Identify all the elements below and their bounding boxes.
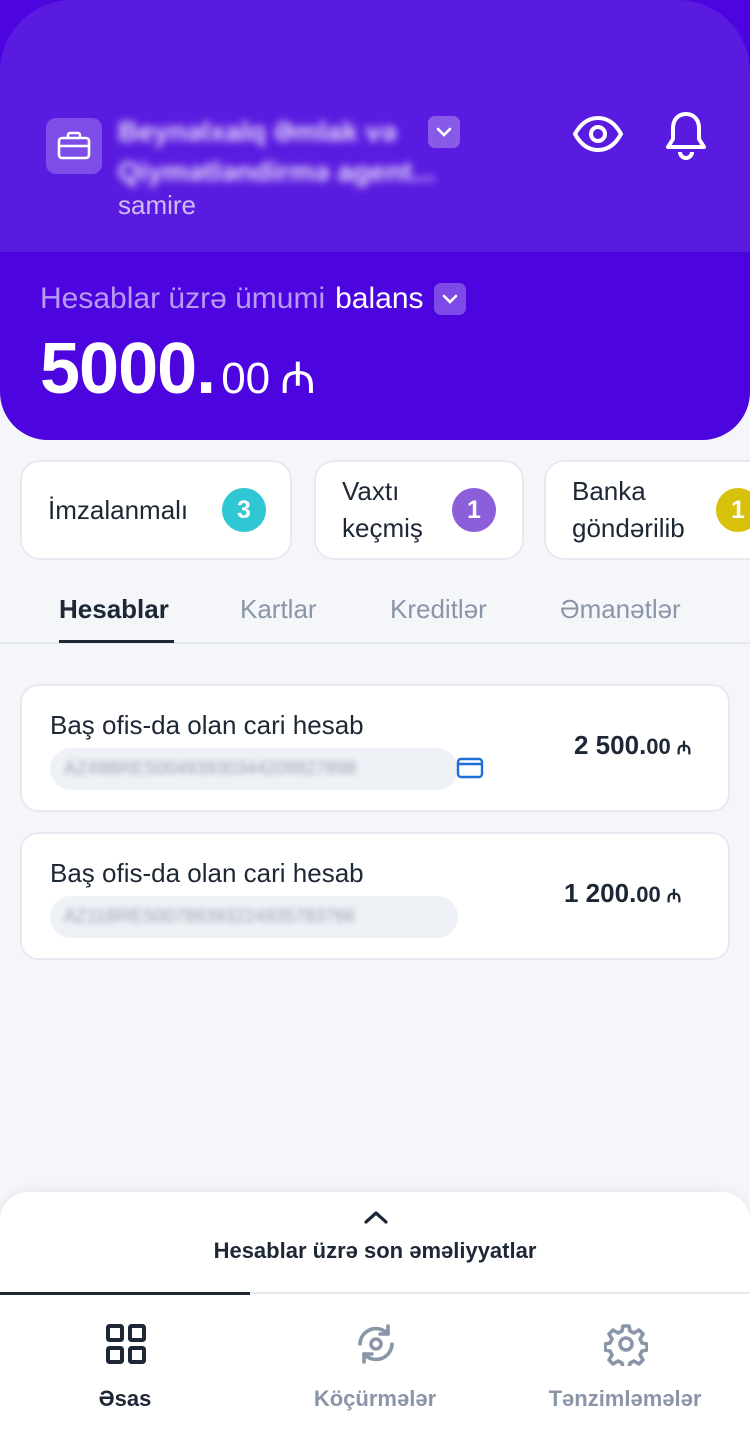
chip-label: İmzalanmalı	[48, 494, 189, 525]
nav-label: Köçürmələr	[313, 1386, 437, 1411]
account-tabs: Hesablar Kartlar Kreditlər Əmanətlər	[0, 580, 750, 644]
account-iban: AZ49BRES00493930344209827898	[50, 748, 458, 790]
nav-label: Tənzimləmələr	[548, 1386, 702, 1411]
account-card[interactable]: Baş ofis-da olan cari hesab AZ49BRES0049…	[20, 684, 730, 812]
chip-count-badge: 3	[222, 488, 266, 532]
total-balance: 5000. 00 ₼	[40, 328, 316, 410]
amount-integer: 2 500.	[574, 730, 647, 760]
username: samire	[118, 190, 197, 220]
account-iban: AZ11BRES00789393224935783766	[50, 896, 458, 938]
org-chevron-down-icon[interactable]	[428, 116, 460, 148]
balance-label-text: Hesablar üzrə ümumi	[40, 282, 326, 315]
tab-deposits[interactable]: Əmanətlər	[560, 594, 681, 625]
gear-icon	[603, 1322, 649, 1370]
nav-home[interactable]: Əsas	[0, 1294, 250, 1434]
account-title: Baş ofis-da olan cari hesab	[50, 858, 364, 888]
chip-label: Banka göndərilib	[572, 476, 685, 543]
org-name[interactable]: Beynəlxalq Əmlak və Qiymətləndirmə agent…	[118, 112, 468, 192]
tab-cards[interactable]: Kartlar	[240, 594, 317, 625]
balance-integer: 5000.	[40, 329, 216, 409]
active-tab-indicator	[59, 640, 174, 643]
tab-credits[interactable]: Kreditlər	[390, 594, 487, 625]
bell-icon[interactable]	[664, 110, 708, 160]
balance-chevron-down-icon[interactable]	[433, 283, 466, 315]
sheet-title: Hesablar üzrə son əməliyyatlar	[213, 1238, 537, 1263]
chevron-up-icon[interactable]	[363, 1208, 389, 1226]
balance-decimal: 00	[221, 354, 271, 403]
transfer-icon	[354, 1322, 398, 1366]
iban-text: AZ11BRES00789393224935783766	[64, 906, 355, 926]
account-title: Baş ofis-da olan cari hesab	[50, 710, 364, 740]
account-card[interactable]: Baş ofis-da olan cari hesab AZ11BRES0078…	[20, 832, 730, 960]
chip-to-sign[interactable]: İmzalanmalı 3	[20, 460, 292, 560]
grid-icon	[104, 1322, 148, 1366]
chip-count-badge: 1	[452, 488, 496, 532]
chip-sent-to-bank[interactable]: Banka göndərilib 1	[544, 460, 750, 560]
header: Beynəlxalq Əmlak və Qiymətləndirmə agent…	[0, 0, 750, 440]
balance-label-strong: balans	[335, 282, 424, 315]
nav-label: Əsas	[98, 1386, 152, 1411]
nav-transfers[interactable]: Köçürmələr	[250, 1294, 500, 1434]
currency-symbol: ₼	[280, 354, 316, 403]
bottom-nav: Əsas Köçürmələr Tənzimləmələr	[0, 1292, 750, 1454]
balance-label[interactable]: Hesablar üzrə ümumi balans	[40, 282, 466, 316]
tab-accounts[interactable]: Hesablar	[59, 594, 169, 625]
currency-symbol: ₼	[676, 738, 692, 758]
eye-icon[interactable]	[572, 112, 624, 156]
chip-overdue[interactable]: Vaxtı keçmiş 1	[314, 460, 524, 560]
recent-transactions-sheet[interactable]: Hesablar üzrə son əməliyyatlar	[0, 1192, 750, 1294]
amount-decimal: 00	[636, 882, 661, 907]
iban-text: AZ49BRES00493930344209827898	[64, 758, 357, 778]
currency-symbol: ₼	[666, 886, 682, 906]
account-amount: 1 200. 00 ₼	[564, 878, 681, 909]
amount-integer: 1 200.	[564, 878, 637, 908]
account-amount: 2 500. 00 ₼	[574, 730, 691, 761]
card-icon[interactable]	[456, 756, 484, 780]
chip-count-badge: 1	[716, 488, 750, 532]
chip-label: Vaxtı keçmiş	[342, 476, 423, 543]
briefcase-icon	[46, 118, 102, 174]
amount-decimal: 00	[646, 734, 671, 759]
nav-settings[interactable]: Tənzimləmələr	[500, 1294, 750, 1434]
